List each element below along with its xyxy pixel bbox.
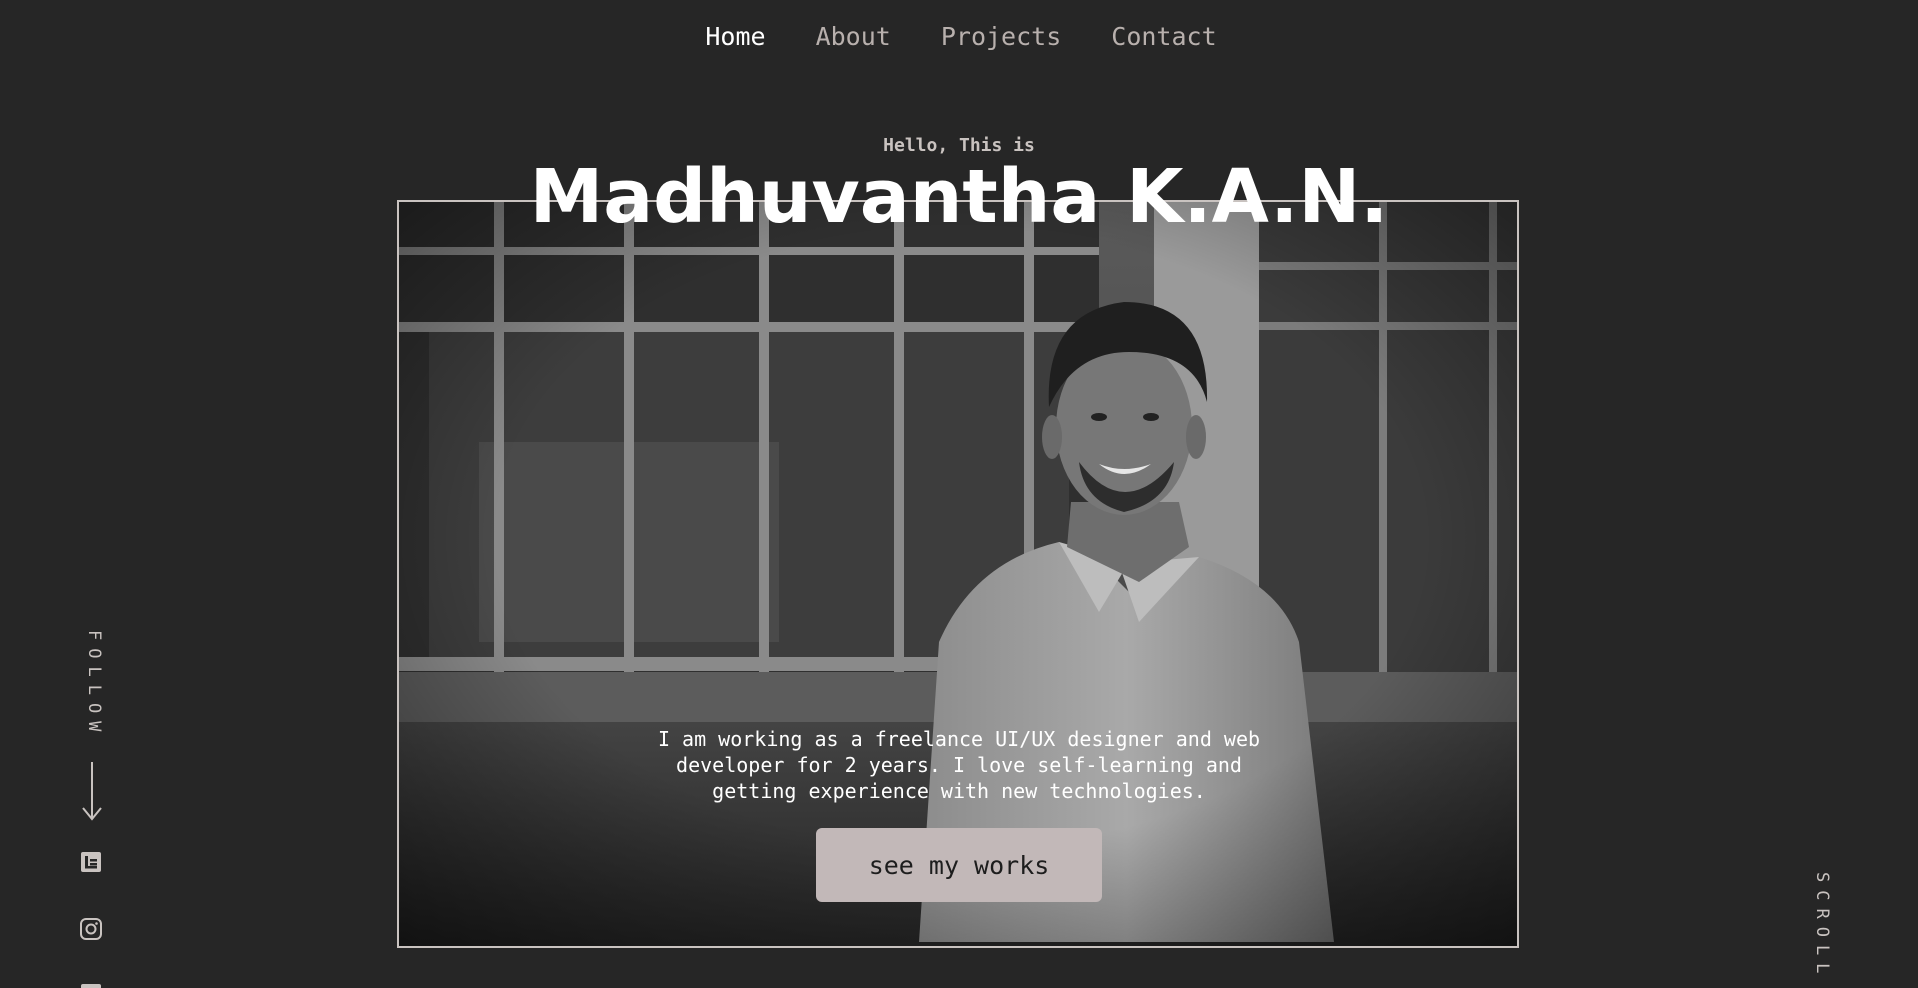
follow-label: FOLLOW xyxy=(84,630,104,740)
nav-projects-link[interactable]: Projects xyxy=(941,22,1061,51)
instagram-icon[interactable] xyxy=(80,918,102,940)
nav-about-link[interactable]: About xyxy=(816,22,891,51)
medium-icon[interactable] xyxy=(80,851,102,873)
hero-bio: I am working as a freelance UI/UX design… xyxy=(657,727,1261,803)
scroll-label: SCROLL xyxy=(1812,872,1832,982)
page: Home About Projects Contact Hello, This … xyxy=(0,0,1918,988)
hero-name: Madhuvantha K.A.N. xyxy=(529,154,1389,240)
arrow-down-icon xyxy=(82,762,102,821)
nav-contact-link[interactable]: Contact xyxy=(1111,22,1216,51)
nav-home-link[interactable]: Home xyxy=(705,22,765,51)
social-icon[interactable] xyxy=(80,983,102,988)
hero-intro: Hello, This is xyxy=(883,135,1035,156)
see-my-works-button[interactable]: see my works xyxy=(816,828,1102,902)
top-nav: Home About Projects Contact xyxy=(0,22,1918,51)
